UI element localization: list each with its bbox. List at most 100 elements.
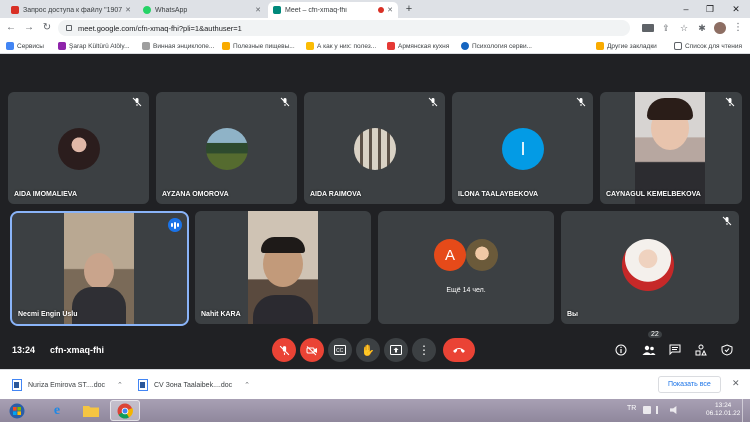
maximize-button[interactable]: ❐	[700, 2, 720, 16]
participant-tile[interactable]: AIDA RAIMOVA	[304, 92, 445, 204]
close-tab-icon[interactable]: ✕	[255, 6, 261, 14]
bookmark-services[interactable]: Сервисы	[6, 40, 44, 52]
bookmark-psychology[interactable]: Психология серви...	[461, 40, 532, 52]
close-tab-icon[interactable]: ✕	[387, 6, 393, 14]
mic-toggle-button[interactable]	[272, 338, 296, 362]
chevron-up-icon[interactable]: ⌃	[117, 381, 123, 389]
chevron-up-icon[interactable]: ⌃	[244, 381, 250, 389]
bookmark-armenian[interactable]: Армянская кухня	[387, 40, 449, 52]
folder-icon	[83, 405, 99, 417]
participant-tile[interactable]: I ILONA TAALAYBEKOVA	[452, 92, 593, 204]
menu-icon[interactable]: ⋮	[732, 22, 744, 34]
participant-video	[64, 213, 134, 324]
apps-icon	[6, 42, 14, 50]
close-icon[interactable]: ✕	[732, 378, 740, 389]
tab-meet[interactable]: Meet – cfn-xmaq-fhi ✕	[268, 2, 398, 18]
address-bar[interactable]: meet.google.com/cfn-xmaq-fhi?pli=1&authu…	[58, 20, 630, 36]
people-button[interactable]	[640, 341, 658, 359]
more-participants-tile[interactable]: A Ещё 14 чел.	[378, 211, 554, 324]
chrome-icon	[117, 403, 133, 419]
taskbar-chrome[interactable]	[110, 400, 140, 421]
chat-icon	[669, 344, 681, 356]
bookmark-food[interactable]: Полезные пищевы...	[222, 40, 295, 52]
word-file-icon	[12, 379, 22, 391]
participant-tile-speaking[interactable]: Necmi Engin Uslu	[10, 211, 189, 326]
participant-tile[interactable]: Nahit KARA	[195, 211, 371, 324]
tab-file-access[interactable]: Запрос доступа к файлу "1907... ✕	[6, 2, 136, 18]
recording-icon	[378, 7, 385, 13]
participant-tile[interactable]: AIDA IMOMALIEVA	[8, 92, 149, 204]
mic-off-icon	[722, 216, 732, 226]
bookmark-other[interactable]: Другие закладки	[596, 40, 657, 52]
meet-icon	[273, 6, 281, 14]
tray-clock[interactable]: 13:24 06.12.01.22	[706, 402, 740, 418]
close-window-button[interactable]: ✕	[726, 2, 746, 16]
meeting-code: cfn-xmaq-fhi	[50, 345, 104, 355]
download-item[interactable]: Nuriza Emirova ST....doc ⌃	[12, 377, 123, 393]
hang-up-icon	[453, 348, 465, 353]
camera-toggle-button[interactable]	[300, 338, 324, 362]
network-icon[interactable]	[656, 406, 664, 414]
participant-tile[interactable]: AYZANA OMOROVA	[156, 92, 297, 204]
tray-flag-icon[interactable]	[643, 406, 651, 414]
avatar: A	[434, 239, 466, 271]
keyboard-language[interactable]: TR	[627, 405, 636, 412]
avatar[interactable]	[714, 22, 726, 34]
taskbar-internet-explorer[interactable]: e	[42, 400, 72, 421]
extensions-icon[interactable]: ✱	[696, 22, 708, 34]
close-tab-icon[interactable]: ✕	[125, 6, 131, 14]
leave-call-button[interactable]	[443, 338, 475, 362]
present-button[interactable]	[384, 338, 408, 362]
lock-icon	[66, 25, 72, 31]
new-tab-button[interactable]: +	[402, 3, 416, 17]
bookmark-wine[interactable]: Винная энциклопе...	[142, 40, 214, 52]
reload-button[interactable]: ↻	[40, 21, 54, 35]
share-icon[interactable]: ⇪	[660, 22, 672, 34]
camera-icon[interactable]	[642, 24, 654, 32]
star-icon[interactable]: ☆	[678, 22, 690, 34]
download-item[interactable]: CV Зона Taalaibek....doc ⌃	[138, 377, 250, 393]
windows-logo-icon	[9, 403, 25, 418]
forward-button[interactable]: →	[22, 21, 36, 35]
avatar	[622, 239, 674, 291]
raise-hand-button[interactable]: ✋	[356, 338, 380, 362]
mic-off-icon	[428, 97, 438, 107]
people-count-badge: 22	[648, 331, 662, 338]
volume-icon[interactable]	[670, 406, 677, 414]
bookmarks-bar: Сервисы Şarap Kültürü Atöly... Винная эн…	[0, 38, 750, 54]
internet-explorer-icon: e	[53, 402, 61, 418]
back-button[interactable]: ←	[4, 21, 18, 35]
show-desktop-button[interactable]	[742, 399, 750, 422]
participant-video	[635, 92, 705, 204]
mic-off-icon	[132, 97, 142, 107]
avatar: I	[502, 128, 544, 170]
tab-whatsapp[interactable]: WhatsApp ✕	[138, 2, 266, 18]
gmail-icon	[11, 6, 19, 14]
captions-button[interactable]: CC	[328, 338, 352, 362]
chat-button[interactable]	[666, 341, 684, 359]
minimize-button[interactable]: –	[676, 2, 696, 16]
mic-off-icon	[280, 97, 290, 107]
present-icon	[390, 345, 402, 355]
activities-button[interactable]	[692, 341, 710, 359]
bookmark-icon	[58, 42, 66, 50]
self-view-tile[interactable]: Вы	[561, 211, 739, 324]
show-all-downloads-button[interactable]: Показать все	[658, 376, 721, 393]
host-controls-button[interactable]	[718, 341, 736, 359]
svg-text:CC: CC	[336, 348, 344, 354]
reading-list[interactable]: Список для чтения	[674, 40, 742, 52]
camera-off-icon	[306, 345, 317, 355]
meet-stage: AIDA IMOMALIEVA AYZANA OMOROVA AIDA RAIM…	[0, 55, 750, 369]
start-button[interactable]	[2, 400, 32, 421]
bookmark-sarap[interactable]: Şarap Kültürü Atöly...	[58, 40, 130, 52]
mic-off-icon	[576, 97, 586, 107]
people-icon	[642, 345, 656, 355]
taskbar-file-explorer[interactable]	[76, 400, 106, 421]
bookmark-other-countries[interactable]: А как у них: полез...	[306, 40, 376, 52]
meeting-details-button[interactable]	[612, 341, 630, 359]
participant-tile[interactable]: CAYNAGUL KEMELBEKOVA	[600, 92, 742, 204]
mic-off-icon	[279, 345, 289, 355]
mic-off-icon	[725, 97, 735, 107]
downloads-bar: Nuriza Emirova ST....doc ⌃ CV Зона Taala…	[0, 369, 750, 399]
more-options-button[interactable]: ⋮	[412, 338, 436, 362]
